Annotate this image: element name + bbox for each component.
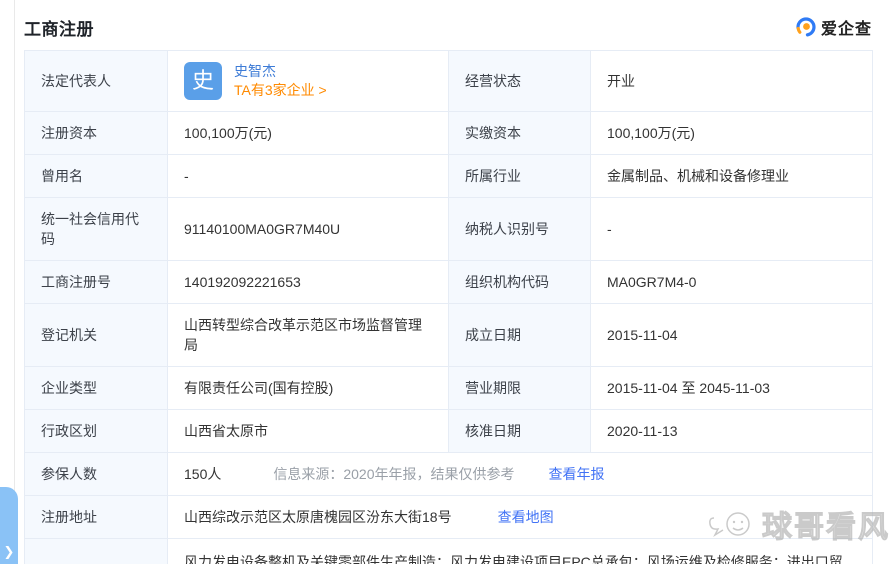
header: 工商注册 爱企查: [24, 14, 872, 40]
view-annual-report-link[interactable]: 查看年报: [549, 464, 605, 484]
value-taxpayer-id: -: [591, 198, 873, 261]
aiqicha-logo[interactable]: 爱企查: [795, 15, 872, 39]
value-unified-social-credit-code: 91140100MA0GR7M40U: [168, 198, 449, 261]
value-registered-capital: 100,100万(元): [168, 112, 449, 155]
table-row: 登记机关 山西转型综合改革示范区市场监督管理局 成立日期 2015-11-04: [25, 304, 873, 367]
label-registered-address: 注册地址: [25, 496, 168, 539]
sidebar-expand-tab[interactable]: ❯: [0, 487, 18, 564]
label-industry: 所属行业: [449, 155, 591, 198]
value-establishment-date: 2015-11-04: [591, 304, 873, 367]
legal-representative-name-link[interactable]: 史智杰: [234, 63, 327, 80]
label-registration-number: 工商注册号: [25, 261, 168, 304]
value-paid-in-capital: 100,100万(元): [591, 112, 873, 155]
label-former-name: 曾用名: [25, 155, 168, 198]
insured-persons-cell: 150人 信息来源：2020年年报，结果仅供参考 查看年报: [168, 453, 873, 496]
business-scope-text: 风力发电设备整机及关键零部件生产制造；风力发电建设项目EPC总承包；风场运维及检…: [184, 550, 856, 564]
label-registration-authority: 登记机关: [25, 304, 168, 367]
insured-source-note: 信息来源：2020年年报，结果仅供参考: [273, 464, 514, 484]
label-enterprise-type: 企业类型: [25, 367, 168, 410]
table-row: 曾用名 - 所属行业 金属制品、机械和设备修理业: [25, 155, 873, 198]
label-unified-social-credit-code: 统一社会信用代码: [25, 198, 168, 261]
label-business-term: 营业期限: [449, 367, 591, 410]
value-registration-authority: 山西转型综合改革示范区市场监督管理局: [168, 304, 449, 367]
table-row: 统一社会信用代码 91140100MA0GR7M40U 纳税人识别号 -: [25, 198, 873, 261]
registered-address-cell: 山西综改示范区太原唐槐园区汾东大街18号 查看地图: [168, 496, 873, 539]
label-taxpayer-id: 纳税人识别号: [449, 198, 591, 261]
value-industry: 金属制品、机械和设备修理业: [591, 155, 873, 198]
value-former-name: -: [168, 155, 449, 198]
table-row: 注册地址 山西综改示范区太原唐槐园区汾东大街18号 查看地图: [25, 496, 873, 539]
label-administrative-division: 行政区划: [25, 410, 168, 453]
label-legal-representative: 法定代表人: [25, 51, 168, 112]
table-row: 经营范围 风力发电设备整机及关键零部件生产制造；风力发电建设项目EPC总承包；风…: [25, 539, 873, 564]
table-row: 企业类型 有限责任公司(国有控股) 营业期限 2015-11-04 至 2045…: [25, 367, 873, 410]
label-registered-capital: 注册资本: [25, 112, 168, 155]
registered-address-text: 山西综改示范区太原唐槐园区汾东大街18号: [184, 507, 452, 527]
page-title: 工商注册: [24, 15, 94, 40]
label-operating-status: 经营状态: [449, 51, 591, 112]
related-companies-link[interactable]: TA有3家企业 >: [234, 82, 327, 99]
label-establishment-date: 成立日期: [449, 304, 591, 367]
value-administrative-division: 山西省太原市: [168, 410, 449, 453]
avatar[interactable]: 史: [184, 62, 222, 100]
label-paid-in-capital: 实缴资本: [449, 112, 591, 155]
table-row: 工商注册号 140192092221653 组织机构代码 MA0GR7M4-0: [25, 261, 873, 304]
value-enterprise-type: 有限责任公司(国有控股): [168, 367, 449, 410]
legal-representative-cell: 史 史智杰 TA有3家企业 >: [168, 51, 449, 112]
table-row: 参保人数 150人 信息来源：2020年年报，结果仅供参考 查看年报: [25, 453, 873, 496]
table-row: 法定代表人 史 史智杰 TA有3家企业 > 经营状态 开业: [25, 51, 873, 112]
label-approval-date: 核准日期: [449, 410, 591, 453]
chevron-right-icon: ❯: [4, 544, 15, 560]
label-organization-code: 组织机构代码: [449, 261, 591, 304]
value-business-term: 2015-11-04 至 2045-11-03: [591, 367, 873, 410]
aiqicha-logo-text: 爱企查: [821, 15, 872, 39]
label-insured-persons: 参保人数: [25, 453, 168, 496]
insured-persons-count: 150人: [184, 464, 221, 484]
value-operating-status: 开业: [591, 51, 873, 112]
label-business-scope: 经营范围: [25, 539, 168, 564]
value-approval-date: 2020-11-13: [591, 410, 873, 453]
page-left-divider: [14, 0, 15, 564]
aiqicha-logo-icon: [795, 16, 817, 38]
value-registration-number: 140192092221653: [168, 261, 449, 304]
business-scope-cell: 风力发电设备整机及关键零部件生产制造；风力发电建设项目EPC总承包；风场运维及检…: [168, 539, 873, 564]
business-registration-table: 法定代表人 史 史智杰 TA有3家企业 > 经营状态 开业 注册资本 100,1…: [24, 50, 873, 564]
value-organization-code: MA0GR7M4-0: [591, 261, 873, 304]
table-row: 注册资本 100,100万(元) 实缴资本 100,100万(元): [25, 112, 873, 155]
view-map-link[interactable]: 查看地图: [498, 507, 554, 527]
table-row: 行政区划 山西省太原市 核准日期 2020-11-13: [25, 410, 873, 453]
